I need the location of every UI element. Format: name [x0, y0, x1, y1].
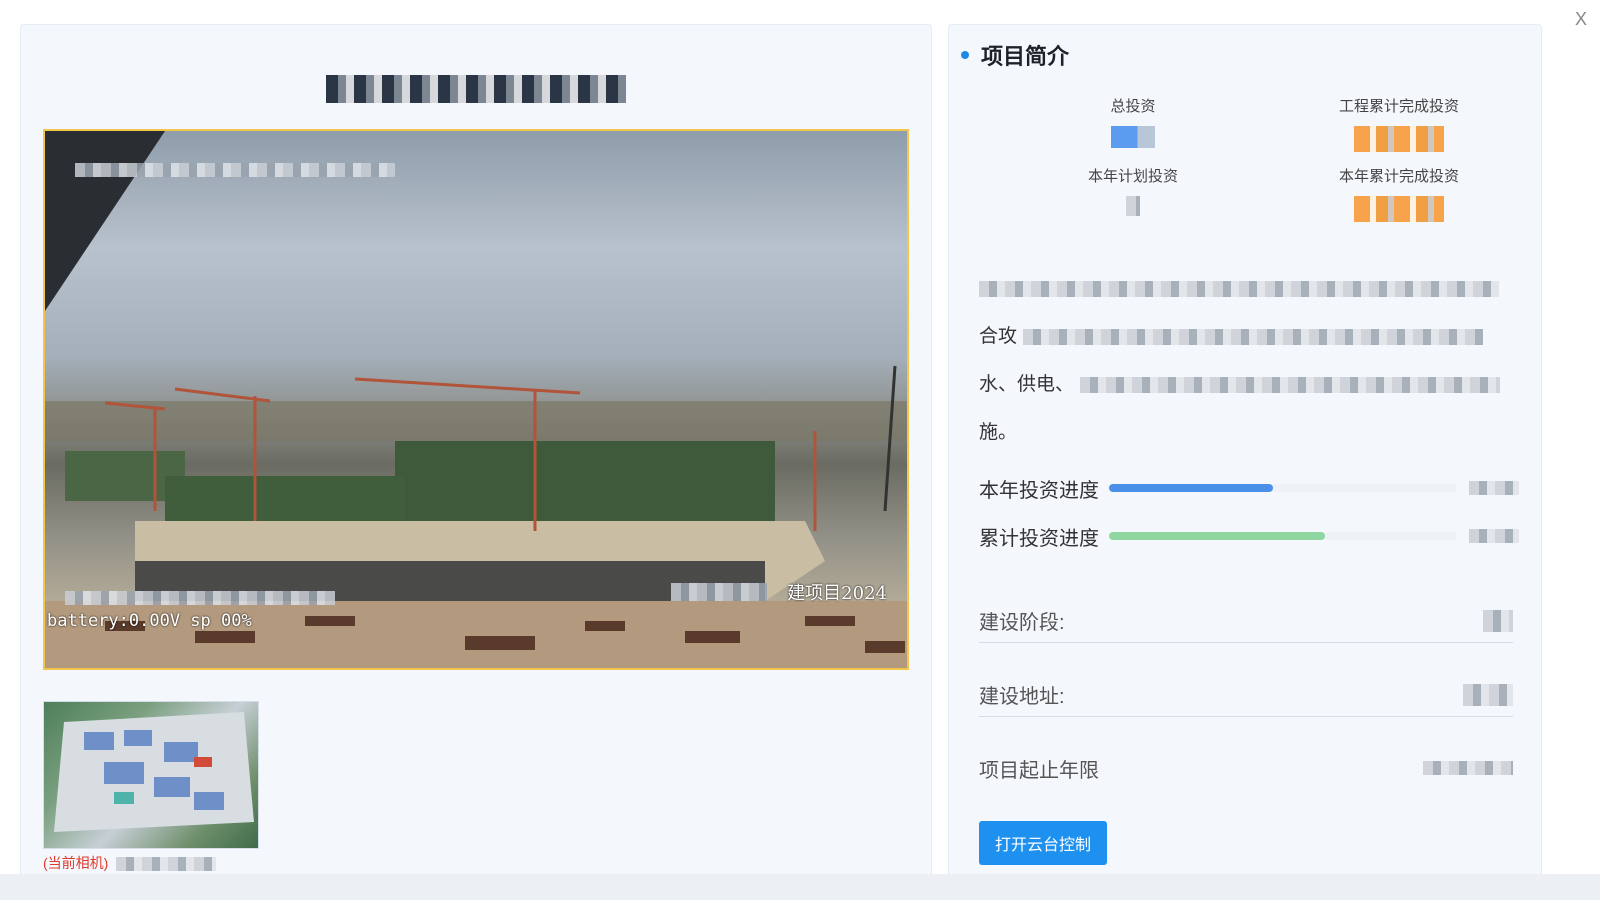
project-info-panel: 项目简介 总投资 工程累计完成投资 本年计划投资 本年累计完成投资 合攻 水、供…: [948, 24, 1542, 890]
stat-value-redacted: [1354, 126, 1444, 152]
progress-total-investment: 累计投资进度: [979, 522, 1519, 550]
stat-year-completed-investment: 本年累计完成投资: [1299, 165, 1499, 222]
progress-fill: [1109, 532, 1325, 540]
stat-value-redacted: [1354, 196, 1444, 222]
field-label: 建设阶段:: [979, 612, 1065, 634]
progress-label: 本年投资进度: [979, 479, 1099, 502]
field-construction-address: 建设地址:: [979, 673, 1513, 717]
progress-track: [1109, 532, 1457, 540]
progress-track: [1109, 484, 1457, 492]
section-title-text: 项目简介: [981, 44, 1070, 69]
description-redacted: [979, 281, 1499, 297]
stat-completed-investment: 工程累计完成投资: [1299, 95, 1499, 152]
progress-fill: [1109, 484, 1273, 492]
osd-datetime-redacted: [75, 163, 395, 177]
stat-label: 本年计划投资: [1087, 168, 1178, 185]
close-button[interactable]: X: [1570, 8, 1592, 30]
stat-value-redacted: [1111, 126, 1155, 148]
description-redacted: [1023, 329, 1484, 345]
description-line-2-prefix: 合攻: [979, 326, 1018, 347]
camera-live-video[interactable]: battery:0.00V sp 00% 建项目2024: [43, 129, 909, 670]
progress-value-redacted: [1469, 481, 1519, 495]
field-label: 建设地址:: [979, 686, 1065, 708]
osd-info-redacted: [65, 591, 335, 605]
field-value-redacted: [1423, 761, 1513, 775]
camera-thumbnail[interactable]: [43, 701, 259, 849]
progress-year-investment: 本年投资进度: [979, 474, 1519, 502]
camera-name-redacted: [116, 857, 217, 872]
camera-panel: battery:0.00V sp 00% 建项目2024 (当前相机): [20, 24, 932, 890]
stat-label: 本年累计完成投资: [1338, 168, 1459, 185]
project-description: 合攻 水、供电、 施。: [979, 265, 1519, 457]
camera-thumbnail-item[interactable]: (当前相机): [43, 701, 259, 873]
bullet-dot-icon: [961, 51, 969, 59]
field-value-redacted: [1463, 683, 1513, 706]
bottom-scrollbar-strip[interactable]: [0, 874, 1600, 900]
field-project-period: 项目起止年限: [979, 746, 1513, 790]
progress-value-redacted: [1469, 529, 1519, 543]
stat-value-redacted: [1126, 196, 1140, 216]
stat-label: 工程累计完成投资: [1338, 98, 1459, 115]
stat-total-investment: 总投资: [1033, 95, 1233, 148]
stat-label: 总投资: [1110, 98, 1156, 115]
osd-watermark-text: 建项目2024: [787, 583, 887, 604]
site-rendering-image: [54, 712, 254, 832]
field-label: 项目起止年限: [979, 759, 1099, 782]
progress-label: 累计投资进度: [979, 527, 1099, 550]
description-line-4: 施。: [979, 422, 1018, 443]
field-value-redacted: [1483, 609, 1513, 632]
osd-battery-text: battery:0.00V sp 00%: [47, 611, 252, 631]
description-line-3-prefix: 水、供电、: [979, 374, 1075, 395]
open-ptz-control-button[interactable]: 打开云台控制: [979, 821, 1108, 865]
thumbnail-caption: (当前相机): [43, 853, 259, 873]
field-construction-stage: 建设阶段:: [979, 599, 1513, 643]
construction-scene: [45, 131, 907, 668]
camera-title-redacted: [21, 73, 931, 103]
stat-year-planned-investment: 本年计划投资: [1033, 165, 1233, 218]
section-title: 项目简介: [961, 39, 1069, 71]
osd-watermark-redacted: [671, 583, 767, 601]
current-camera-label: (当前相机): [43, 855, 109, 871]
description-redacted: [1080, 377, 1501, 393]
